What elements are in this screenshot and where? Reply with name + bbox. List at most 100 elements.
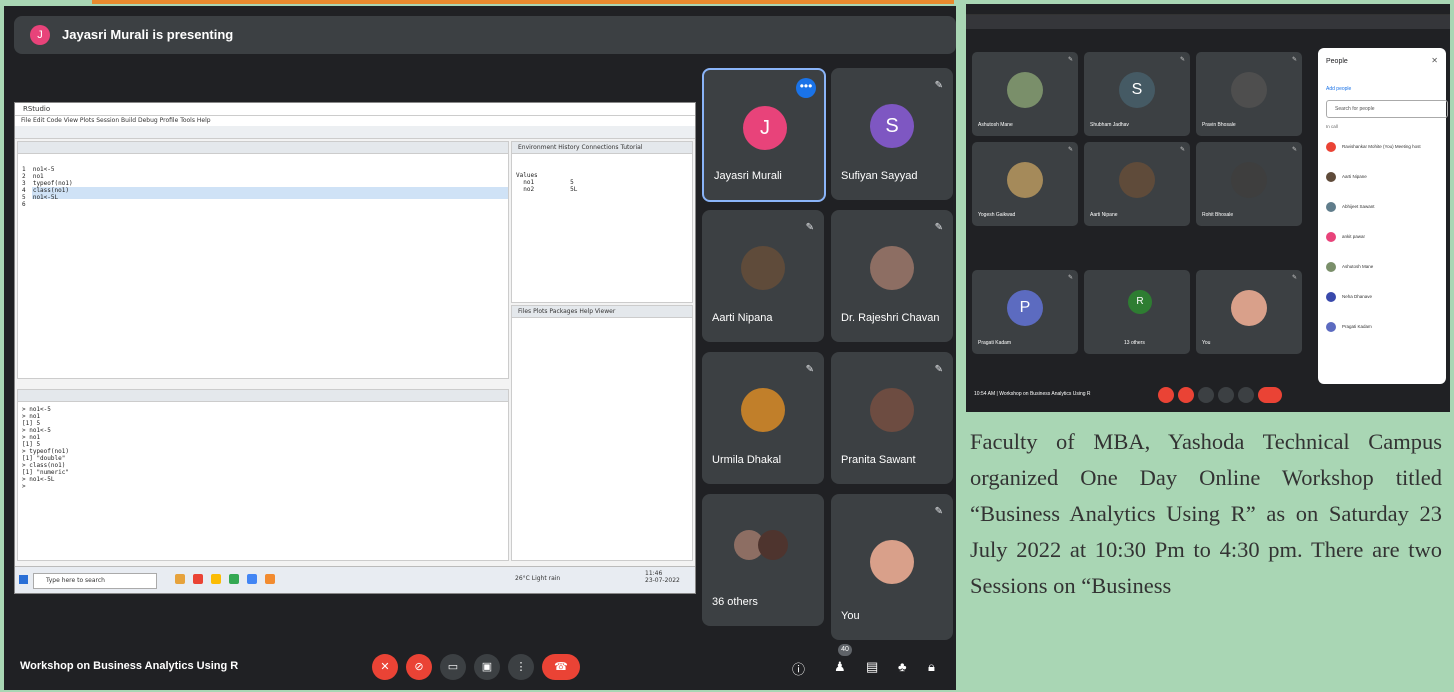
participant-row[interactable]: ankit pawar <box>1326 230 1438 244</box>
participant-name: 13 others <box>1124 340 1145 346</box>
mic-off-button[interactable] <box>1158 387 1174 403</box>
tile-jayasri-murali[interactable]: ••• J Jayasri Murali <box>702 68 826 202</box>
host-controls-icon[interactable]: 🔒︎ <box>928 659 935 675</box>
participant-name: You <box>841 610 860 622</box>
participant-name: Pragati Kadam <box>1342 324 1372 329</box>
avatar: R <box>1128 290 1152 314</box>
participant-name: Pragati Kadam <box>978 340 1012 346</box>
editor-selection <box>32 187 508 199</box>
grid-tile[interactable]: ✎ Ashutosh Mane <box>972 52 1078 136</box>
mic-off-icon: ✎ <box>1291 147 1297 153</box>
presenting-text: Jayasri Murali is presenting <box>62 27 234 42</box>
avatar: S <box>1119 72 1155 108</box>
participant-name: Pranita Sawant <box>841 454 916 466</box>
meet-screenshot-main: J Jayasri Murali is presenting RStudio F… <box>4 6 956 690</box>
app-icon <box>265 574 275 584</box>
in-call-label: In call <box>1326 124 1338 129</box>
editor-code: 1 no1<-5 2 no1 3 typeof(no1) 4 class(no1… <box>22 166 73 208</box>
tile-others[interactable]: 36 others <box>702 494 824 626</box>
app-icon <box>193 574 203 584</box>
tile-pranita-sawant[interactable]: ✎ Pranita Sawant <box>831 352 953 484</box>
info-icon[interactable]: ⓘ <box>792 659 805 678</box>
participant-name: Ashutosh Mane <box>978 122 1013 128</box>
rstudio-environment: Environment History Connections Tutorial… <box>511 141 693 303</box>
present-button[interactable] <box>1218 387 1234 403</box>
taskbar-weather: 26°C Light rain <box>515 575 561 582</box>
grid-tile[interactable]: ✎ Pravin Bhosale <box>1196 52 1302 136</box>
captions-button[interactable] <box>1198 387 1214 403</box>
taskbar-search: Type here to search <box>33 573 157 589</box>
presenter-avatar: J <box>30 25 50 45</box>
close-icon[interactable]: ✕ <box>1431 56 1438 65</box>
participant-name: Shubham Jadhav <box>1090 122 1129 128</box>
more-options-button[interactable]: ⋮ <box>508 654 534 680</box>
tile-you[interactable]: ✎ You <box>831 494 953 640</box>
app-icon <box>247 574 257 584</box>
people-title: People <box>1326 58 1348 65</box>
tile-sufiyan-sayyad[interactable]: ✎ S Sufiyan Sayyad <box>831 68 953 200</box>
add-people-button[interactable]: Add people <box>1326 86 1351 92</box>
camera-off-button[interactable] <box>1178 387 1194 403</box>
windows-taskbar: Type here to search 26°C Light rain 11:4… <box>15 566 695 593</box>
avatar <box>1326 202 1336 212</box>
avatar: P <box>1007 290 1043 326</box>
people-panel: People ✕ Add people Search for people In… <box>1318 48 1448 384</box>
participant-name: Neha Dhanave <box>1342 294 1373 299</box>
camera-off-button[interactable]: ⊘ <box>406 654 432 680</box>
captions-button[interactable]: ▭ <box>440 654 466 680</box>
tile-aarti-nipana[interactable]: ✎ Aarti Nipana <box>702 210 824 342</box>
windows-start-icon <box>19 575 28 584</box>
present-button[interactable]: ▣ <box>474 654 500 680</box>
grid-tile[interactable]: ✎ Rohit Bhosale <box>1196 142 1302 226</box>
participant-name: ankit pawar <box>1342 234 1366 239</box>
participant-name: Rohit Bhosale <box>1202 212 1234 218</box>
participant-row[interactable]: Aarti Nipane <box>1326 170 1438 184</box>
avatar <box>1326 292 1336 302</box>
avatar <box>870 540 914 584</box>
rstudio-files: Files Plots Packages Help Viewer <box>511 305 693 561</box>
app-icon <box>211 574 221 584</box>
avatar <box>1231 290 1267 326</box>
more-options-button[interactable] <box>1238 387 1254 403</box>
more-options-icon[interactable]: ••• <box>796 78 816 98</box>
people-icon[interactable]: ♟ <box>834 659 846 675</box>
participant-row[interactable]: Neha Dhanave <box>1326 290 1438 304</box>
participant-name: Aarti Nipane <box>1342 174 1367 179</box>
taskbar-clock: 11:46 23-07-2022 <box>645 570 680 584</box>
activities-icon[interactable]: ♣ <box>898 659 907 674</box>
avatar <box>1326 322 1336 332</box>
participant-row[interactable]: Pragati Kadam <box>1326 320 1438 334</box>
editor-tabs <box>18 142 508 154</box>
mic-off-icon: ✎ <box>1291 57 1297 63</box>
meet-control-bar: Workshop on Business Analytics Using R ✕… <box>4 644 956 690</box>
avatar <box>1007 162 1043 198</box>
grid-tile[interactable]: ✎ P Pragati Kadam <box>972 270 1078 354</box>
mic-off-icon: ✎ <box>934 80 943 91</box>
tile-rajeshri-chavan[interactable]: ✎ Dr. Rajeshri Chavan <box>831 210 953 342</box>
grid-tile[interactable]: ✎ Yogesh Gaikwad <box>972 142 1078 226</box>
participant-name: Jayasri Murali <box>714 170 782 182</box>
chat-icon[interactable]: ▤ <box>866 659 878 675</box>
leave-call-button[interactable] <box>1258 387 1282 403</box>
browser-url-bar <box>966 15 1450 29</box>
tile-urmila-dhakal[interactable]: ✎ Urmila Dhakal <box>702 352 824 484</box>
mic-off-icon: ✎ <box>805 364 814 375</box>
leave-call-button[interactable]: ☎ <box>542 654 580 680</box>
mic-off-icon: ✎ <box>1067 57 1073 63</box>
participant-name: Ravishankar Mohite (You) Meeting host <box>1342 144 1421 149</box>
grid-tile[interactable]: ✎ S Shubham Jadhav <box>1084 52 1190 136</box>
grid-tile[interactable]: ✎ You <box>1196 270 1302 354</box>
grid-tile[interactable]: ✎ Aarti Nipane <box>1084 142 1190 226</box>
participant-row[interactable]: Abhijeet Sawant <box>1326 200 1438 214</box>
grid-tile[interactable]: R 13 others <box>1084 270 1190 354</box>
participant-row[interactable]: Ashutosh Mane <box>1326 260 1438 274</box>
mic-off-button[interactable]: ✕ <box>372 654 398 680</box>
participant-row[interactable]: Ravishankar Mohite (You) Meeting host <box>1326 140 1438 154</box>
avatar: J <box>743 106 787 150</box>
search-people-input[interactable]: Search for people <box>1326 100 1448 118</box>
avatar <box>1326 232 1336 242</box>
secondary-control-bar: 10:54 AM | Workshop on Business Analytic… <box>966 380 1450 412</box>
participant-name: 36 others <box>712 596 758 608</box>
participant-name: Yogesh Gaikwad <box>978 212 1016 218</box>
rstudio-toolbar <box>15 126 695 139</box>
